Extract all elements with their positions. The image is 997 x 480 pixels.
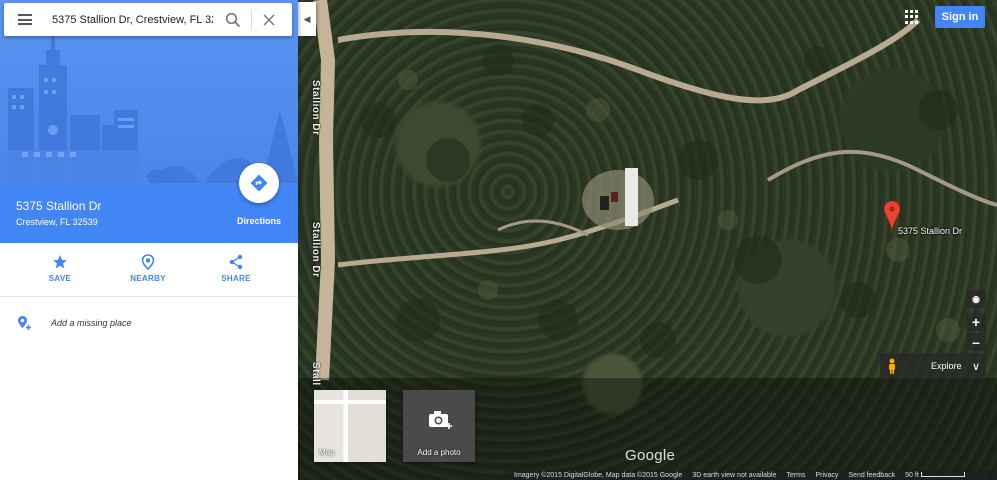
scale-indicator[interactable]: 50 ft [905,471,965,479]
scale-label: 50 ft [905,471,919,479]
camera-plus-icon [429,411,452,429]
zoom-out-button[interactable]: – [966,333,986,351]
star-icon [53,255,67,269]
search-box[interactable]: 5375 Stallion Dr, Crestview, FL 32 [4,3,292,36]
sign-in-button[interactable]: Sign in [935,6,985,28]
save-label: SAVE [48,274,72,283]
add-missing-place-label: Add a missing place [51,318,132,328]
chevron-down-double-icon[interactable]: ∨ [972,360,980,373]
place-actions: SAVE NEARBY SHARE [0,243,298,297]
add-missing-place-row[interactable]: Add a missing place [0,310,298,336]
google-logo: Google [625,447,676,464]
save-button[interactable]: SAVE [30,254,90,283]
nearby-icon [141,254,155,270]
explore-bar[interactable]: Explore ∨ [880,353,986,379]
close-icon[interactable] [263,13,275,26]
apps-grid-icon[interactable] [905,10,919,24]
side-panel: 5375 Stallion Dr, Crestview, FL 32 5375 … [0,0,298,480]
zoom-in-button[interactable]: + [966,313,986,331]
my-location-button[interactable]: ◉ [966,290,986,308]
collapse-panel-button[interactable]: ◀ [298,2,316,36]
search-icon[interactable] [225,12,241,28]
directions-button[interactable] [239,163,279,203]
hamburger-menu-icon[interactable] [18,14,32,25]
street-label: Stall [310,362,321,386]
share-icon [229,254,243,270]
terms-link[interactable]: Terms [786,472,805,479]
map-footer: Imagery ©2015 DigitalGlobe, Map data ©20… [510,470,997,480]
send-feedback-link[interactable]: Send feedback [848,472,895,479]
street-label: Stallion Dr [310,222,321,278]
directions-icon [250,174,268,192]
share-label: SHARE [221,274,251,283]
place-title: 5375 Stallion Dr [16,199,102,213]
minus-icon: – [972,334,980,350]
nearby-label: NEARBY [130,274,166,283]
nearby-button[interactable]: NEARBY [118,254,178,283]
map-toggle-label: Map [319,448,335,457]
add-photo-button[interactable]: Add a photo [403,390,475,462]
map-view-toggle[interactable]: Map [314,390,386,462]
earth-view-note: 3D earth view not available [692,471,777,479]
imagery-attribution: Imagery ©2015 DigitalGlobe, Map data ©20… [514,471,683,479]
location-target-icon: ◉ [972,293,980,304]
share-button[interactable]: SHARE [206,254,266,283]
search-divider [251,9,252,30]
explore-label: Explore [931,361,962,371]
chevron-left-icon: ◀ [303,13,311,24]
directions-label[interactable]: Directions [237,216,281,226]
add-place-pin-icon [18,316,31,330]
plus-icon: + [971,314,981,330]
search-input[interactable]: 5375 Stallion Dr, Crestview, FL 32 [52,14,213,26]
street-label: Stallion Dr [310,80,321,136]
privacy-link[interactable]: Privacy [815,472,838,479]
pin-label: 5375 Stallion Dr [898,226,963,236]
place-address: Crestview, FL 32539 [16,217,98,227]
add-photo-label: Add a photo [417,448,461,457]
map-canvas[interactable]: Stallion Dr Stallion Dr Stall 5375 Stall… [298,0,997,480]
pegman-icon[interactable] [887,358,897,374]
